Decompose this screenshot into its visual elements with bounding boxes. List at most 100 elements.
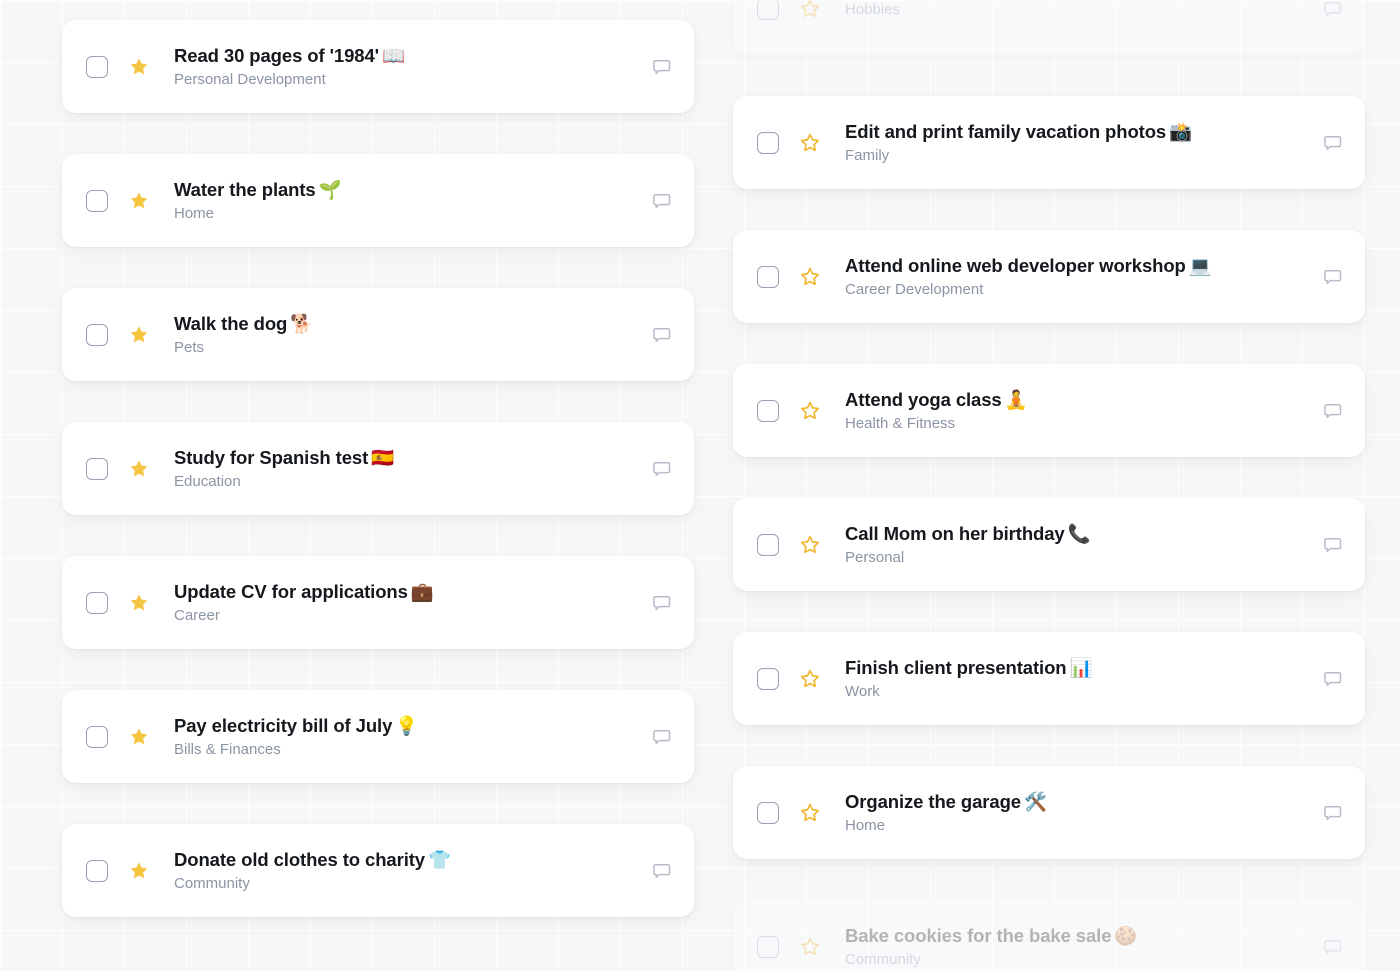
task-card[interactable]: Pay electricity bill of July 💡 Bills & Fin…: [62, 690, 694, 783]
task-card[interactable]: Hobbies: [733, 0, 1365, 55]
task-text-block: Finish client presentation 📊 Work: [845, 656, 1323, 702]
task-title-text: Study for Spanish test: [174, 446, 369, 468]
task-title: Read 30 pages of '1984' 📖: [174, 44, 652, 67]
star-filled-icon[interactable]: [128, 860, 150, 882]
task-card[interactable]: Organize the garage 🛠️ Home: [733, 766, 1365, 859]
star-outline-icon[interactable]: [799, 534, 821, 556]
star-outline-icon[interactable]: [799, 0, 821, 20]
checkbox-unchecked-icon[interactable]: [86, 591, 108, 614]
checkbox-unchecked-icon[interactable]: [86, 55, 108, 78]
checkbox-unchecked-icon[interactable]: [86, 323, 108, 346]
star-outline-icon[interactable]: [799, 802, 821, 824]
task-emoji-icon: 📖: [381, 44, 405, 66]
checkbox-unchecked-icon[interactable]: [757, 399, 779, 422]
star-outline-icon[interactable]: [799, 132, 821, 154]
task-category: Career Development: [845, 280, 984, 298]
task-title: Update CV for applications 💼: [174, 580, 652, 603]
star-outline-icon[interactable]: [799, 936, 821, 958]
task-emoji-icon: 📞: [1067, 522, 1091, 544]
comment-bubble-icon[interactable]: [1323, 133, 1343, 153]
task-text-block: Update CV for applications 💼 Career: [174, 580, 652, 626]
checkbox-unchecked-icon[interactable]: [757, 265, 779, 288]
card-gap: [62, 783, 694, 824]
task-title-text: Water the plants: [174, 178, 316, 200]
task-text-block: Study for Spanish test 🇪🇸 Education: [174, 446, 652, 492]
comment-bubble-icon[interactable]: [1323, 803, 1343, 823]
checkbox-unchecked-icon[interactable]: [757, 801, 779, 824]
task-text-block: Pay electricity bill of July 💡 Bills & Fin…: [174, 714, 652, 760]
comment-bubble-icon[interactable]: [652, 727, 672, 747]
star-filled-icon[interactable]: [128, 56, 150, 78]
task-card[interactable]: Water the plants 🌱 Home: [62, 154, 694, 247]
task-title-text: Walk the dog: [174, 312, 288, 334]
task-card[interactable]: Attend yoga class 🧘 Health & Fitness: [733, 364, 1365, 457]
task-text-block: Edit and print family vacation photos 📸 Fa…: [845, 120, 1323, 166]
comment-bubble-icon[interactable]: [1323, 937, 1343, 957]
task-title: Attend online web developer workshop 💻: [845, 254, 1323, 277]
task-text-block: Call Mom on her birthday 📞 Personal: [845, 522, 1323, 568]
comment-bubble-icon[interactable]: [1323, 401, 1343, 421]
task-title: Organize the garage 🛠️: [845, 790, 1323, 813]
task-category: Work: [845, 682, 880, 700]
card-gap: [733, 323, 1365, 364]
task-text-block: Attend yoga class 🧘 Health & Fitness: [845, 388, 1323, 434]
task-card[interactable]: Attend online web developer workshop 💻 Car…: [733, 230, 1365, 323]
task-card[interactable]: Walk the dog 🐕 Pets: [62, 288, 694, 381]
task-title-text: Call Mom on her birthday: [845, 522, 1065, 544]
task-card[interactable]: Finish client presentation 📊 Work: [733, 632, 1365, 725]
comment-bubble-icon[interactable]: [652, 325, 672, 345]
comment-bubble-icon[interactable]: [1323, 267, 1343, 287]
comment-bubble-icon[interactable]: [652, 191, 672, 211]
checkbox-unchecked-icon[interactable]: [86, 859, 108, 882]
checkbox-unchecked-icon[interactable]: [757, 0, 779, 20]
checkbox-unchecked-icon[interactable]: [757, 667, 779, 690]
checkbox-unchecked-icon[interactable]: [86, 725, 108, 748]
checkbox-unchecked-icon[interactable]: [757, 131, 779, 154]
star-filled-icon[interactable]: [128, 324, 150, 346]
card-gap: [62, 649, 694, 690]
task-category: Bills & Finances: [174, 740, 281, 758]
task-emoji-icon: 🍪: [1114, 924, 1138, 946]
card-gap: [733, 591, 1365, 632]
task-card[interactable]: Study for Spanish test 🇪🇸 Education: [62, 422, 694, 515]
star-filled-icon[interactable]: [128, 726, 150, 748]
task-card[interactable]: Read 30 pages of '1984' 📖 Personal Develop…: [62, 20, 694, 113]
task-emoji-icon: 🇪🇸: [371, 446, 395, 468]
task-title-text: Pay electricity bill of July: [174, 714, 393, 736]
task-title: Pay electricity bill of July 💡: [174, 714, 652, 737]
card-gap: [62, 247, 694, 288]
star-outline-icon[interactable]: [799, 266, 821, 288]
comment-bubble-icon[interactable]: [652, 57, 672, 77]
task-text-block: Attend online web developer workshop 💻 Car…: [845, 254, 1323, 300]
task-card[interactable]: Update CV for applications 💼 Career: [62, 556, 694, 649]
comment-bubble-icon[interactable]: [1323, 0, 1343, 19]
star-filled-icon[interactable]: [128, 458, 150, 480]
comment-bubble-icon[interactable]: [652, 593, 672, 613]
task-card[interactable]: Donate old clothes to charity 👕 Community: [62, 824, 694, 917]
task-title: Attend yoga class 🧘: [845, 388, 1323, 411]
star-outline-icon[interactable]: [799, 668, 821, 690]
task-category: Career: [174, 606, 220, 624]
comment-bubble-icon[interactable]: [652, 861, 672, 881]
comment-bubble-icon[interactable]: [1323, 535, 1343, 555]
task-emoji-icon: 📸: [1169, 120, 1193, 142]
task-title-text: Attend yoga class: [845, 388, 1002, 410]
task-emoji-icon: 🌱: [318, 178, 342, 200]
comment-bubble-icon[interactable]: [652, 459, 672, 479]
task-card[interactable]: Bake cookies for the bake sale 🍪 Community: [733, 900, 1365, 971]
star-filled-icon[interactable]: [128, 190, 150, 212]
task-emoji-icon: 📊: [1069, 656, 1093, 678]
task-emoji-icon: 🛠️: [1023, 790, 1047, 812]
star-outline-icon[interactable]: [799, 400, 821, 422]
card-gap: [62, 515, 694, 556]
task-card[interactable]: Edit and print family vacation photos 📸 Fa…: [733, 96, 1365, 189]
star-filled-icon[interactable]: [128, 592, 150, 614]
checkbox-unchecked-icon[interactable]: [757, 533, 779, 556]
card-gap: [62, 113, 694, 154]
task-category: Home: [845, 816, 886, 834]
checkbox-unchecked-icon[interactable]: [86, 189, 108, 212]
comment-bubble-icon[interactable]: [1323, 669, 1343, 689]
task-card[interactable]: Call Mom on her birthday 📞 Personal: [733, 498, 1365, 591]
checkbox-unchecked-icon[interactable]: [86, 457, 108, 480]
checkbox-unchecked-icon[interactable]: [757, 935, 779, 958]
